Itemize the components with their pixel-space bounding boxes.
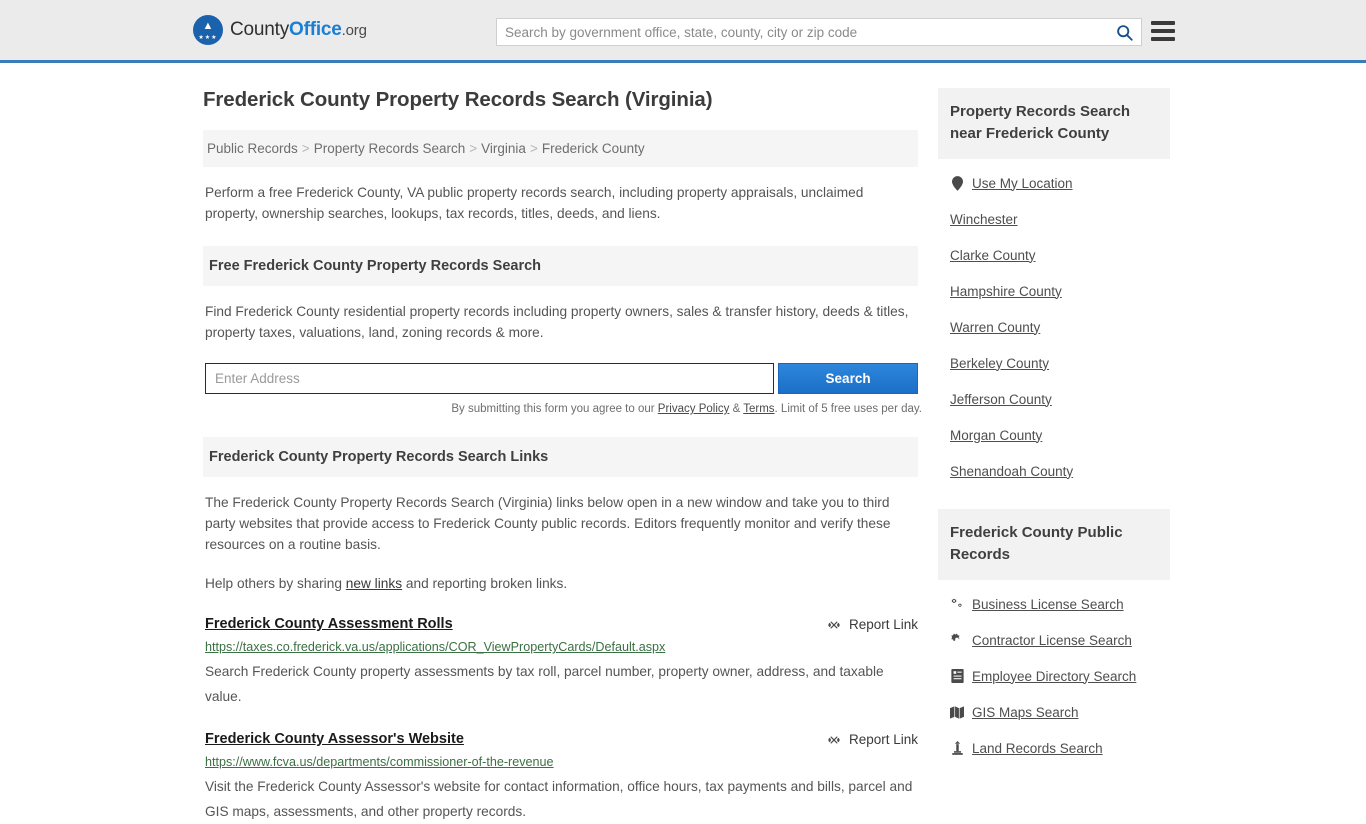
logo-text-office: Office bbox=[289, 19, 342, 40]
list-book-icon bbox=[950, 669, 964, 684]
sidebar-link-label[interactable]: Contractor License Search bbox=[972, 633, 1132, 648]
result-link-description: Visit the Frederick County Assessor's we… bbox=[205, 779, 913, 819]
sidebar-item-jefferson-county[interactable]: Jefferson County bbox=[950, 381, 1170, 417]
sidebar-item-warren-county[interactable]: Warren County bbox=[950, 309, 1170, 345]
links-section-heading: Frederick County Property Records Search… bbox=[203, 437, 918, 477]
breadcrumb: Public Records > Property Records Search > V… bbox=[203, 130, 918, 167]
landmark-icon bbox=[950, 741, 964, 756]
address-search-form: Search bbox=[205, 363, 918, 394]
broken-link-icon bbox=[827, 732, 841, 747]
free-search-heading: Free Frederick County Property Records S… bbox=[203, 246, 918, 286]
nearby-panel-list: Use My Location Winchester Clarke County… bbox=[938, 159, 1170, 489]
sidebar-item-use-my-location[interactable]: Use My Location bbox=[950, 165, 1170, 201]
hamburger-bar bbox=[1151, 21, 1175, 25]
gear-icon bbox=[950, 633, 964, 648]
logo-text: CountyOffice.org bbox=[230, 19, 367, 41]
breadcrumb-separator: > bbox=[529, 141, 538, 156]
fineprint-amp: & bbox=[729, 403, 744, 415]
sidebar-item-berkeley-county[interactable]: Berkeley County bbox=[950, 345, 1170, 381]
sidebar-item-winchester[interactable]: Winchester bbox=[950, 201, 1170, 237]
sidebar-link-label[interactable]: Jefferson County bbox=[950, 392, 1052, 407]
sidebar-item-business-license-search[interactable]: Business License Search bbox=[950, 586, 1170, 622]
fineprint-pre: By submitting this form you agree to our bbox=[451, 403, 658, 415]
sidebar-link-label[interactable]: Warren County bbox=[950, 320, 1040, 335]
new-links-link[interactable]: new links bbox=[346, 576, 402, 591]
sidebar-link-label[interactable]: Business License Search bbox=[972, 597, 1124, 612]
links-section-paragraph: The Frederick County Property Records Se… bbox=[205, 495, 891, 552]
sidebar-link-label[interactable]: Shenandoah County bbox=[950, 464, 1073, 479]
report-link-label: Report Link bbox=[848, 732, 918, 747]
help-post: and reporting broken links. bbox=[402, 576, 568, 591]
sidebar-link-label[interactable]: Land Records Search bbox=[972, 741, 1103, 756]
eagle-crest-icon: ▲ ★★★ bbox=[193, 15, 223, 45]
privacy-policy-link[interactable]: Privacy Policy bbox=[658, 403, 730, 415]
breadcrumb-separator: > bbox=[301, 141, 310, 156]
breadcrumb-item-virginia[interactable]: Virginia bbox=[481, 141, 526, 156]
breadcrumb-separator: > bbox=[469, 141, 478, 156]
report-link-button[interactable]: Report Link bbox=[827, 617, 918, 632]
public-records-panel-list: Business License Search Contractor Licen… bbox=[938, 580, 1170, 766]
result-link-title[interactable]: Frederick County Assessor's Website bbox=[205, 731, 464, 747]
breadcrumb-item-property-records-search[interactable]: Property Records Search bbox=[314, 141, 466, 156]
result-link-item: Frederick County Assessment Rolls Report… bbox=[205, 616, 918, 709]
address-search-button[interactable]: Search bbox=[778, 363, 918, 394]
intro-paragraph: Perform a free Frederick County, VA publ… bbox=[205, 185, 864, 221]
main-column: Frederick County Property Records Search… bbox=[203, 88, 922, 824]
sidebar-item-land-records-search[interactable]: Land Records Search bbox=[950, 730, 1170, 766]
report-link-button[interactable]: Report Link bbox=[827, 732, 918, 747]
sidebar-item-clarke-county[interactable]: Clarke County bbox=[950, 237, 1170, 273]
hamburger-bar bbox=[1151, 29, 1175, 33]
logo-text-county: County bbox=[230, 19, 290, 40]
sidebar-divider bbox=[938, 489, 1170, 509]
broken-link-icon bbox=[827, 617, 841, 632]
result-link-item: Frederick County Assessor's Website Repo… bbox=[205, 731, 918, 824]
address-input[interactable] bbox=[205, 363, 775, 394]
hamburger-bar bbox=[1151, 37, 1175, 41]
report-link-label: Report Link bbox=[848, 617, 918, 632]
sidebar-item-gis-maps-search[interactable]: GIS Maps Search bbox=[950, 694, 1170, 730]
breadcrumb-item-frederick-county[interactable]: Frederick County bbox=[542, 141, 645, 156]
free-search-description: Find Frederick County residential proper… bbox=[205, 304, 909, 340]
sidebar: Property Records Search near Frederick C… bbox=[938, 88, 1170, 766]
sidebar-link-label[interactable]: Hampshire County bbox=[950, 284, 1062, 299]
sidebar-link-label[interactable]: Use My Location bbox=[972, 176, 1073, 191]
nearby-panel-heading: Property Records Search near Frederick C… bbox=[938, 88, 1170, 159]
sidebar-link-label[interactable]: Employee Directory Search bbox=[972, 669, 1136, 684]
terms-link[interactable]: Terms bbox=[743, 403, 774, 415]
sidebar-item-employee-directory-search[interactable]: Employee Directory Search bbox=[950, 658, 1170, 694]
logo-text-org: .org bbox=[341, 22, 367, 39]
result-link-url[interactable]: https://www.fcva.us/departments/commissi… bbox=[205, 755, 918, 769]
result-link-url[interactable]: https://taxes.co.frederick.va.us/applica… bbox=[205, 640, 918, 654]
map-icon bbox=[950, 705, 964, 720]
help-pre: Help others by sharing bbox=[205, 576, 346, 591]
result-link-description: Search Frederick County property assessm… bbox=[205, 664, 884, 704]
sidebar-item-shenandoah-county[interactable]: Shenandoah County bbox=[950, 453, 1170, 489]
sidebar-link-label[interactable]: Clarke County bbox=[950, 248, 1036, 263]
form-fineprint: By submitting this form you agree to our… bbox=[203, 403, 922, 415]
sidebar-link-label[interactable]: Winchester bbox=[950, 212, 1018, 227]
public-records-panel-heading: Frederick County Public Records bbox=[938, 509, 1170, 580]
breadcrumb-item-public-records[interactable]: Public Records bbox=[207, 141, 298, 156]
sidebar-link-label[interactable]: Morgan County bbox=[950, 428, 1042, 443]
page-title: Frederick County Property Records Search… bbox=[203, 88, 713, 111]
sidebar-link-label[interactable]: GIS Maps Search bbox=[972, 705, 1079, 720]
sidebar-item-morgan-county[interactable]: Morgan County bbox=[950, 417, 1170, 453]
sidebar-item-contractor-license-search[interactable]: Contractor License Search bbox=[950, 622, 1170, 658]
global-search-box[interactable] bbox=[496, 18, 1142, 46]
site-logo[interactable]: ▲ ★★★ CountyOffice.org bbox=[193, 15, 367, 45]
map-pin-icon bbox=[950, 175, 964, 191]
fineprint-post: . Limit of 5 free uses per day. bbox=[774, 403, 922, 415]
hamburger-menu-icon[interactable] bbox=[1151, 21, 1175, 41]
search-icon[interactable] bbox=[1107, 19, 1141, 45]
site-header: ▲ ★★★ CountyOffice.org bbox=[0, 0, 1366, 63]
help-share-line: Help others by sharing new links and rep… bbox=[205, 573, 918, 594]
search-input[interactable] bbox=[497, 19, 1107, 45]
sidebar-item-hampshire-county[interactable]: Hampshire County bbox=[950, 273, 1170, 309]
result-link-title[interactable]: Frederick County Assessment Rolls bbox=[205, 616, 453, 632]
cogs-icon bbox=[950, 597, 964, 612]
sidebar-link-label[interactable]: Berkeley County bbox=[950, 356, 1049, 371]
